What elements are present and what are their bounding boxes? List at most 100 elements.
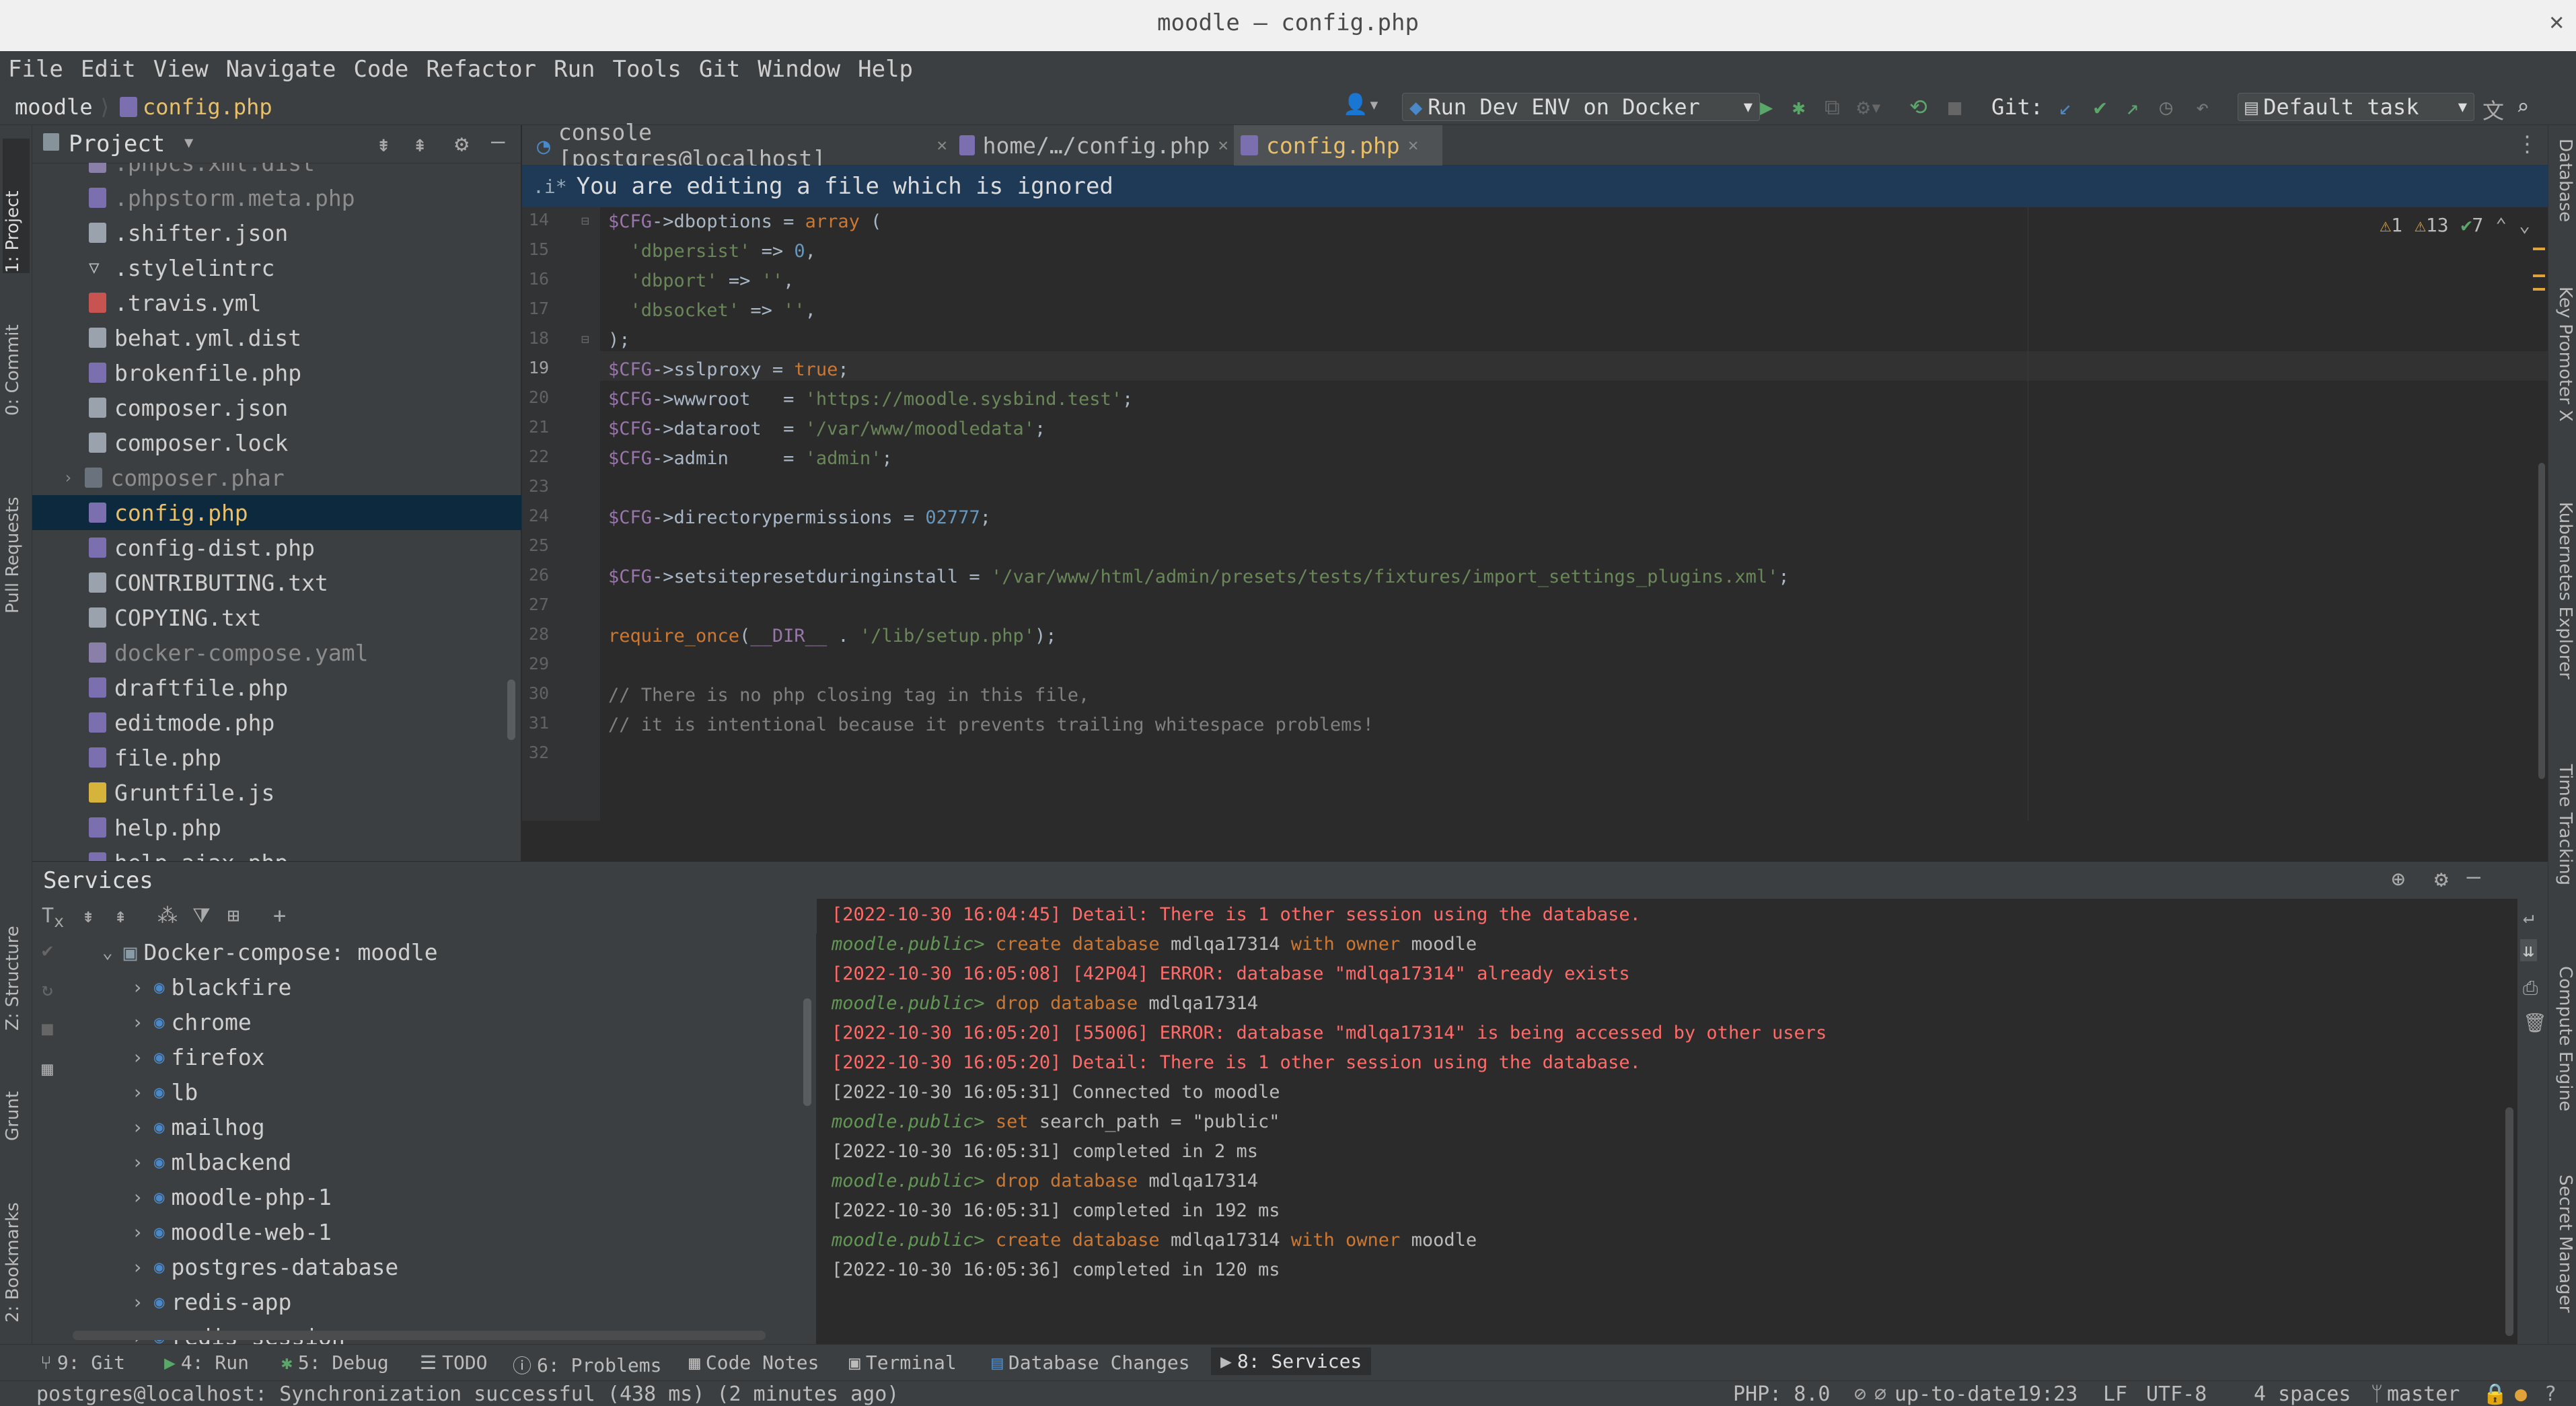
expand-all-icon[interactable]: ⇟ — [82, 904, 94, 928]
chevron-right-icon[interactable]: › — [132, 1081, 143, 1103]
chevron-down-icon[interactable]: ⌄ — [102, 942, 113, 963]
tool-tab-secret-manager[interactable]: Secret Manager — [2551, 1175, 2575, 1336]
tree-item[interactable]: composer.json — [32, 390, 521, 425]
more-tabs-icon[interactable]: ⋮ — [2516, 131, 2538, 157]
caret-position[interactable]: 19:23 — [2017, 1382, 2077, 1406]
chevron-right-icon[interactable]: › — [132, 1046, 143, 1068]
chevron-right-icon[interactable]: › — [132, 1011, 143, 1033]
service-item[interactable]: › ◉ redis-app — [132, 1289, 291, 1315]
php-version[interactable]: PHP: 8.0 — [1733, 1382, 1831, 1406]
tree-item[interactable]: .shifter.json — [32, 215, 521, 250]
close-window-button[interactable]: ✕ — [2549, 8, 2564, 36]
tree-item[interactable]: brokenfile.php — [32, 355, 521, 390]
close-tab-icon[interactable]: ✕ — [1218, 135, 1228, 155]
chevron-right-icon[interactable]: › — [132, 1291, 143, 1313]
vcs-status[interactable]: up-to-date — [1894, 1382, 2016, 1406]
tool-terminal[interactable]: ▣ Terminal — [849, 1352, 957, 1374]
add-service-icon[interactable]: + — [273, 903, 286, 928]
chevron-right-icon[interactable]: › — [63, 468, 73, 487]
git-commit-icon[interactable]: ✔ — [2094, 94, 2106, 120]
tool-services[interactable]: ▶ 8: Services — [1211, 1347, 1372, 1375]
tool-run[interactable]: ▶ 4: Run — [164, 1352, 249, 1374]
stop-icon[interactable]: ■ — [42, 1017, 53, 1039]
soft-wrap-icon[interactable]: ↵ — [2523, 905, 2534, 928]
tree-item[interactable]: config-dist.php — [32, 530, 521, 565]
tree-item[interactable]: .phpstorm.meta.php — [32, 180, 521, 215]
chevron-right-icon[interactable]: › — [132, 976, 143, 998]
tab-home-config[interactable]: home/…/config.php ✕ — [953, 125, 1235, 165]
project-view-select[interactable]: Project — [69, 131, 165, 157]
refresh-icon[interactable]: ↻ — [42, 978, 53, 1000]
close-tab-icon[interactable]: ✕ — [936, 135, 947, 155]
tree-item[interactable]: help.php — [32, 810, 521, 845]
new-tab-icon[interactable]: ⊞ — [227, 904, 240, 928]
service-item[interactable]: › ◉ firefox — [132, 1044, 265, 1070]
chevron-right-icon[interactable]: › — [132, 1151, 143, 1173]
tool-tab-grunt[interactable]: Grunt — [3, 1067, 30, 1141]
service-item[interactable]: › ◉ mailhog — [132, 1114, 265, 1140]
tab-config-php[interactable]: config.php ✕ — [1234, 125, 1442, 168]
tool-tab-database[interactable]: Database — [2551, 139, 2575, 253]
notifications-icon[interactable]: ● — [2515, 1382, 2527, 1406]
group-icon[interactable]: ⁂ — [157, 904, 178, 928]
services-vscrollbar[interactable] — [803, 998, 811, 1106]
console-scrollbar[interactable] — [2505, 1107, 2513, 1336]
tree-item[interactable]: editmode.php — [32, 705, 521, 740]
tool-debug[interactable]: ✱ 5: Debug — [281, 1352, 389, 1374]
warning-stripe[interactable] — [2533, 274, 2545, 277]
code-editor[interactable]: $CFG->dboptions = array ( 'dbpersist' =>… — [600, 207, 2548, 821]
tree-item[interactable]: Gruntfile.js — [32, 775, 521, 810]
tool-tab-bookmarks[interactable]: 2: Bookmarks — [3, 1175, 30, 1323]
editor-scrollbar[interactable] — [2538, 463, 2545, 779]
tree-item[interactable]: help_ajax.php — [32, 845, 521, 861]
layout-icon[interactable]: ▦ — [42, 1058, 53, 1080]
hide-panel-icon[interactable]: — — [2467, 863, 2480, 890]
fold-icon[interactable]: ⊟ — [581, 213, 589, 229]
chevron-right-icon[interactable]: › — [132, 1186, 143, 1208]
tool-todo[interactable]: ☰ TODO — [420, 1352, 488, 1374]
service-item[interactable]: › ◉ mlbackend — [132, 1149, 291, 1175]
tool-problems[interactable]: ⓘ 6: Problems — [513, 1352, 661, 1378]
git-branch[interactable]: master — [2387, 1382, 2460, 1406]
run-configuration-select[interactable]: ◆ Run Dev ENV on Docker ▼ — [1402, 93, 1760, 121]
service-item[interactable]: › ◉ moodle-php-1 — [132, 1184, 332, 1210]
search-icon[interactable]: ⌕ — [2516, 94, 2529, 120]
menu-navigate[interactable]: Navigate — [226, 56, 336, 83]
breadcrumb-root[interactable]: moodle — [15, 94, 93, 120]
lock-icon[interactable]: 🔒 — [2482, 1382, 2507, 1406]
menu-help[interactable]: Help — [858, 56, 913, 83]
project-scrollbar[interactable] — [507, 679, 515, 740]
user-account-icon[interactable]: 👤▾ — [1343, 93, 1380, 116]
trash-icon[interactable]: 🗑 — [2523, 1012, 2547, 1034]
tool-tab-key-promoter[interactable]: Key Promoter X — [2551, 287, 2575, 455]
git-push-icon[interactable]: ↗ — [2126, 94, 2139, 120]
tree-item[interactable]: CONTRIBUTING.txt — [32, 565, 521, 600]
tab-console[interactable]: ◔ console [postgres@localhost] ✕ — [530, 119, 954, 172]
close-tab-icon[interactable]: ✕ — [1408, 135, 1419, 155]
menu-window[interactable]: Window — [758, 56, 840, 83]
tool-tab-time-tracking[interactable]: Time Tracking — [2551, 764, 2575, 926]
tree-item[interactable]: behat.yml.dist — [32, 320, 521, 355]
tool-tab-structure[interactable]: Z: Structure — [3, 883, 30, 1031]
menu-git[interactable]: Git — [699, 56, 740, 83]
service-item[interactable]: › ◉ postgres-database — [132, 1254, 398, 1280]
collapse-all-icon[interactable]: ⇞ — [413, 131, 427, 157]
gear-icon[interactable]: ⚙ — [2435, 866, 2448, 893]
service-item[interactable]: › ◉ lb — [132, 1079, 198, 1105]
menu-edit[interactable]: Edit — [81, 56, 136, 83]
translate-icon[interactable]: 文 — [2482, 94, 2504, 125]
tool-tab-pull-requests[interactable]: Pull Requests — [3, 452, 30, 614]
menu-view[interactable]: View — [153, 56, 209, 83]
tool-tab-compute-engine[interactable]: Compute Engine — [2551, 966, 2575, 1141]
task-select[interactable]: ▤ Default task ▼ — [2238, 93, 2474, 121]
status-message[interactable]: postgres@localhost: Synchronization succ… — [36, 1382, 899, 1406]
chevron-down-icon[interactable]: ⌄ — [2519, 214, 2530, 236]
debug-icon[interactable]: ✱ — [1792, 94, 1805, 120]
filter-icon[interactable]: ⧩ — [192, 904, 211, 928]
tree-item[interactable]: docker-compose.yaml — [32, 635, 521, 670]
chevron-right-icon[interactable]: › — [132, 1256, 143, 1278]
attach-icon[interactable]: ⟲ — [1909, 94, 1927, 120]
expand-all-icon[interactable]: ⇟ — [377, 131, 390, 157]
history-icon[interactable]: ◷ — [2160, 94, 2172, 120]
fold-icon[interactable]: ⊟ — [581, 331, 589, 347]
